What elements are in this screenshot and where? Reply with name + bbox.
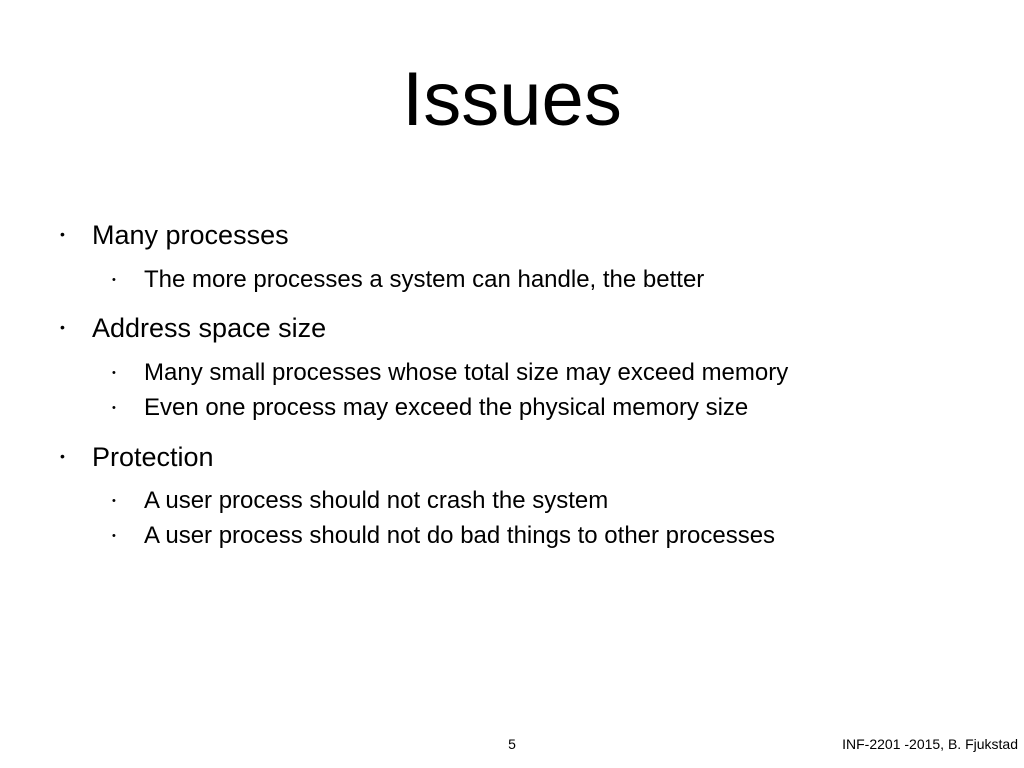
slide: Issues Many processes The more processes… bbox=[0, 0, 1024, 768]
sub-list: The more processes a system can handle, … bbox=[92, 265, 1004, 296]
list-item: Address space size Many small processes … bbox=[58, 311, 1004, 423]
sub-list-item: The more processes a system can handle, … bbox=[92, 265, 1004, 296]
list-item-text: Protection bbox=[92, 442, 214, 472]
sub-list: A user process should not crash the syst… bbox=[92, 486, 1004, 551]
sub-list-item: Even one process may exceed the physical… bbox=[92, 393, 1004, 424]
list-item: Protection A user process should not cra… bbox=[58, 440, 1004, 552]
sub-list-item: A user process should not do bad things … bbox=[92, 521, 1004, 552]
slide-title: Issues bbox=[0, 0, 1024, 143]
sub-list-item: Many small processes whose total size ma… bbox=[92, 358, 1004, 389]
list-item-text: Many processes bbox=[92, 220, 289, 250]
slide-content: Many processes The more processes a syst… bbox=[58, 218, 1004, 568]
list-item: Many processes The more processes a syst… bbox=[58, 218, 1004, 295]
sub-list: Many small processes whose total size ma… bbox=[92, 358, 1004, 423]
footer-text: INF-2201 -2015, B. Fjukstad bbox=[842, 736, 1018, 752]
list-item-text: Address space size bbox=[92, 313, 326, 343]
sub-list-item: A user process should not crash the syst… bbox=[92, 486, 1004, 517]
bullet-list: Many processes The more processes a syst… bbox=[58, 218, 1004, 552]
